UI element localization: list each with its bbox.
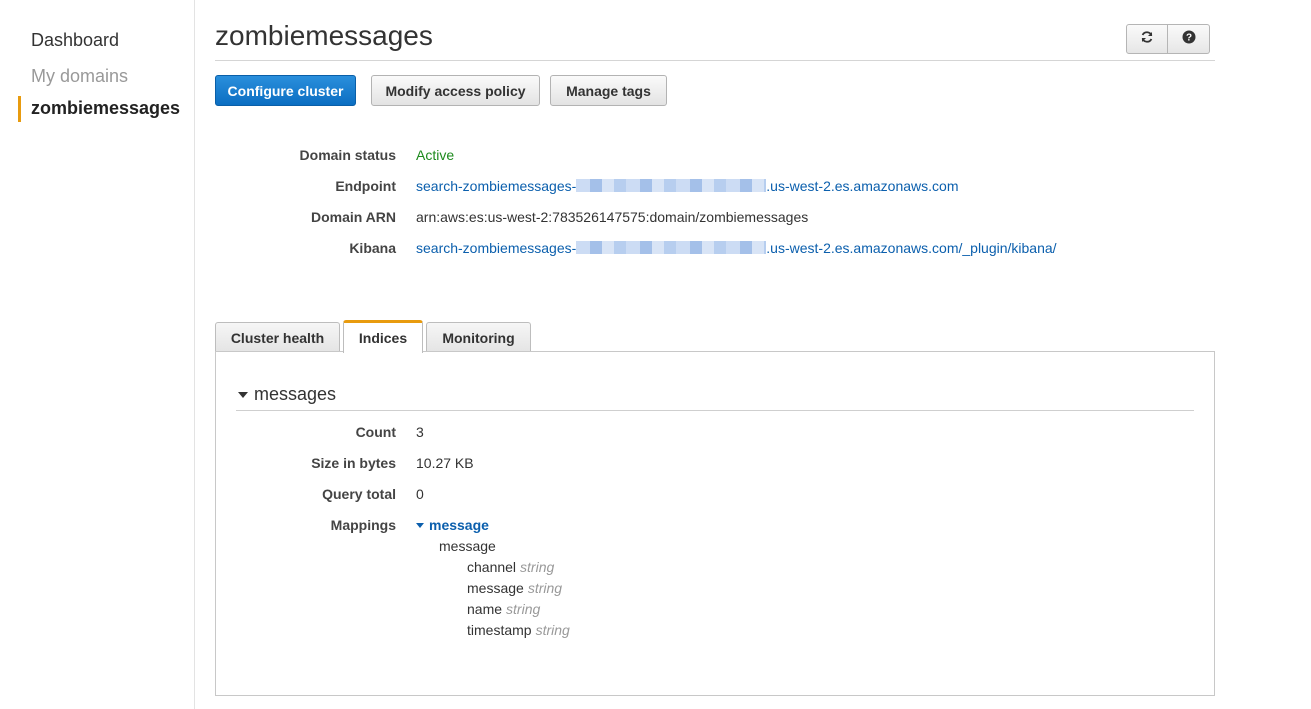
sidebar-item-zombiemessages[interactable]: zombiemessages — [31, 98, 186, 119]
header-icon-group: ? — [1126, 24, 1210, 54]
help-icon: ? — [1182, 30, 1196, 49]
mapping-field: timestamp string — [467, 622, 570, 638]
mapping-toggle[interactable]: message — [416, 517, 489, 533]
tab-monitoring[interactable]: Monitoring — [426, 322, 531, 352]
sidebar: Dashboard My domains zombiemessages — [0, 0, 195, 709]
caret-down-icon — [238, 391, 248, 398]
endpoint-prefix: search-zombiemessages- — [416, 178, 577, 194]
mapping-field: channel string — [467, 559, 554, 575]
section-divider — [236, 410, 1194, 411]
redacted-blur — [576, 241, 767, 254]
endpoint-label: Endpoint — [335, 178, 396, 194]
title-divider — [215, 60, 1215, 61]
field-type: string — [527, 580, 563, 596]
field-name: timestamp — [467, 622, 532, 638]
refresh-button[interactable] — [1126, 24, 1168, 54]
mapping-field: name string — [467, 601, 540, 617]
kibana-prefix: search-zombiemessages- — [416, 240, 577, 256]
sidebar-item-dashboard[interactable]: Dashboard — [31, 30, 186, 51]
field-type: string — [506, 601, 541, 617]
field-name: name — [467, 601, 503, 617]
kibana-suffix: .us-west-2.es.amazonaws.com/_plugin/kiba… — [766, 240, 1057, 256]
field-type: string — [535, 622, 570, 638]
domain-arn-label: Domain ARN — [310, 209, 396, 225]
sidebar-item-my-domains[interactable]: My domains — [31, 66, 186, 87]
svg-text:?: ? — [1185, 32, 1191, 43]
manage-tags-button[interactable]: Manage tags — [550, 75, 667, 106]
active-indicator — [18, 96, 21, 122]
modify-access-policy-button[interactable]: Modify access policy — [371, 75, 540, 106]
field-type: string — [520, 559, 555, 575]
index-name: messages — [254, 384, 337, 404]
size-value: 10.27 KB — [416, 455, 474, 471]
field-name: channel — [467, 559, 517, 575]
mapping-toggle-label: message — [429, 517, 489, 533]
mappings-label: Mappings — [330, 517, 396, 533]
index-section-toggle[interactable]: messages — [238, 384, 336, 405]
kibana-label: Kibana — [349, 240, 396, 256]
domain-arn-value: arn:aws:es:us-west-2:783526147575:domain… — [416, 209, 809, 225]
endpoint-link[interactable]: search-zombiemessages- .us-west-2.es.amaz… — [416, 178, 958, 194]
query-total-label: Query total — [322, 486, 396, 502]
tab-cluster-health[interactable]: Cluster health — [215, 322, 340, 352]
mapping-field: message string — [467, 580, 562, 596]
page-title: zombiemessages — [215, 20, 433, 51]
redacted-blur — [576, 179, 767, 192]
count-value: 3 — [416, 424, 424, 440]
caret-down-icon — [416, 522, 424, 528]
domain-status-label: Domain status — [299, 147, 396, 163]
endpoint-suffix: .us-west-2.es.amazonaws.com — [766, 178, 959, 194]
configure-cluster-button[interactable]: Configure cluster — [215, 75, 356, 106]
mapping-type: message — [439, 538, 496, 554]
domain-status-value: Active — [416, 147, 455, 163]
field-name: message — [467, 580, 524, 596]
refresh-icon — [1140, 30, 1154, 49]
count-label: Count — [355, 424, 396, 440]
kibana-link[interactable]: search-zombiemessages- .us-west-2.es.amaz… — [416, 240, 1057, 256]
help-button[interactable]: ? — [1168, 24, 1210, 54]
size-label: Size in bytes — [311, 455, 396, 471]
query-total-value: 0 — [416, 486, 424, 502]
tab-indices[interactable]: Indices — [343, 320, 423, 353]
